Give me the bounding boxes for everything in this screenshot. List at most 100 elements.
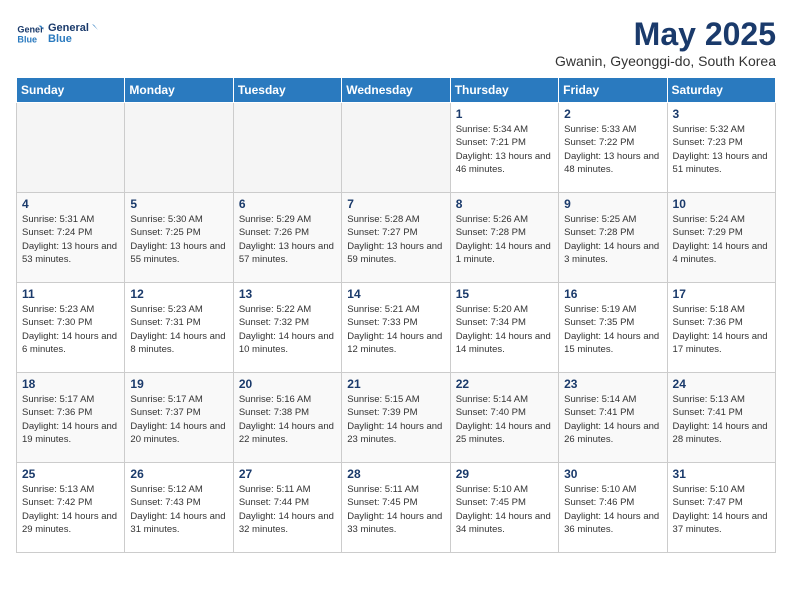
day-number: 28 <box>347 467 444 481</box>
day-info: Sunrise: 5:21 AMSunset: 7:33 PMDaylight:… <box>347 303 444 356</box>
svg-text:Blue: Blue <box>48 33 72 45</box>
day-number: 15 <box>456 287 553 301</box>
svg-text:Blue: Blue <box>17 34 37 44</box>
calendar-cell: 4Sunrise: 5:31 AMSunset: 7:24 PMDaylight… <box>17 193 125 283</box>
calendar-cell: 10 Sunrise: 5:24 AMSunset: 7:29 PMDayligh… <box>667 193 775 283</box>
week-row-4: 18 Sunrise: 5:17 AMSunset: 7:36 PMDayligh… <box>17 373 776 463</box>
day-info: Sunrise: 5:22 AMSunset: 7:32 PMDaylight:… <box>239 303 336 356</box>
day-number: 10 <box>673 197 770 211</box>
calendar-cell <box>233 103 341 193</box>
month-title: May 2025 <box>555 16 776 53</box>
day-info: Sunrise: 5:23 AMSunset: 7:30 PMDaylight:… <box>22 303 119 356</box>
svg-text:General: General <box>48 22 89 34</box>
location-subtitle: Gwanin, Gyeonggi-do, South Korea <box>555 53 776 69</box>
day-number: 22 <box>456 377 553 391</box>
calendar-cell: 29 Sunrise: 5:10 AMSunset: 7:45 PMDayligh… <box>450 463 558 553</box>
weekday-header-wednesday: Wednesday <box>342 78 450 103</box>
day-number: 17 <box>673 287 770 301</box>
day-number: 4 <box>22 197 119 211</box>
calendar-cell: 15 Sunrise: 5:20 AMSunset: 7:34 PMDayligh… <box>450 283 558 373</box>
calendar-cell: 18 Sunrise: 5:17 AMSunset: 7:36 PMDayligh… <box>17 373 125 463</box>
page-header: General Blue General Blue May 2025 Gwani… <box>16 16 776 69</box>
day-number: 14 <box>347 287 444 301</box>
day-number: 1 <box>456 107 553 121</box>
day-number: 25 <box>22 467 119 481</box>
calendar-cell: 23 Sunrise: 5:14 AMSunset: 7:41 PMDayligh… <box>559 373 667 463</box>
calendar-cell: 19 Sunrise: 5:17 AMSunset: 7:37 PMDayligh… <box>125 373 233 463</box>
calendar-cell: 24 Sunrise: 5:13 AMSunset: 7:41 PMDayligh… <box>667 373 775 463</box>
day-number: 9 <box>564 197 661 211</box>
week-row-5: 25 Sunrise: 5:13 AMSunset: 7:42 PMDayligh… <box>17 463 776 553</box>
day-number: 12 <box>130 287 227 301</box>
day-number: 16 <box>564 287 661 301</box>
calendar-cell: 12 Sunrise: 5:23 AMSunset: 7:31 PMDayligh… <box>125 283 233 373</box>
day-info: Sunrise: 5:12 AMSunset: 7:43 PMDaylight:… <box>130 483 227 536</box>
week-row-3: 11 Sunrise: 5:23 AMSunset: 7:30 PMDayligh… <box>17 283 776 373</box>
day-info: Sunrise: 5:28 AMSunset: 7:27 PMDaylight:… <box>347 213 444 266</box>
calendar-cell: 16 Sunrise: 5:19 AMSunset: 7:35 PMDayligh… <box>559 283 667 373</box>
calendar-cell: 11 Sunrise: 5:23 AMSunset: 7:30 PMDayligh… <box>17 283 125 373</box>
calendar-cell: 31Sunrise: 5:10 AMSunset: 7:47 PMDayligh… <box>667 463 775 553</box>
day-number: 11 <box>22 287 119 301</box>
day-info: Sunrise: 5:18 AMSunset: 7:36 PMDaylight:… <box>673 303 770 356</box>
calendar-cell: 1 Sunrise: 5:34 AMSunset: 7:21 PMDaylight… <box>450 103 558 193</box>
day-number: 23 <box>564 377 661 391</box>
calendar-cell: 30Sunrise: 5:10 AMSunset: 7:46 PMDayligh… <box>559 463 667 553</box>
day-info: Sunrise: 5:16 AMSunset: 7:38 PMDaylight:… <box>239 393 336 446</box>
day-number: 20 <box>239 377 336 391</box>
weekday-header-tuesday: Tuesday <box>233 78 341 103</box>
calendar-cell: 9 Sunrise: 5:25 AMSunset: 7:28 PMDaylight… <box>559 193 667 283</box>
calendar-cell: 7 Sunrise: 5:28 AMSunset: 7:27 PMDaylight… <box>342 193 450 283</box>
day-info: Sunrise: 5:14 AMSunset: 7:40 PMDaylight:… <box>456 393 553 446</box>
day-info: Sunrise: 5:14 AMSunset: 7:41 PMDaylight:… <box>564 393 661 446</box>
calendar-cell: 28Sunrise: 5:11 AMSunset: 7:45 PMDayligh… <box>342 463 450 553</box>
logo: General Blue General Blue <box>16 16 98 52</box>
day-info: Sunrise: 5:32 AMSunset: 7:23 PMDaylight:… <box>673 123 770 176</box>
weekday-header-thursday: Thursday <box>450 78 558 103</box>
calendar-cell: 13 Sunrise: 5:22 AMSunset: 7:32 PMDayligh… <box>233 283 341 373</box>
day-info: Sunrise: 5:23 AMSunset: 7:31 PMDaylight:… <box>130 303 227 356</box>
title-block: May 2025 Gwanin, Gyeonggi-do, South Kore… <box>555 16 776 69</box>
day-number: 19 <box>130 377 227 391</box>
calendar-cell: 14 Sunrise: 5:21 AMSunset: 7:33 PMDayligh… <box>342 283 450 373</box>
calendar-cell: 6Sunrise: 5:29 AMSunset: 7:26 PMDaylight… <box>233 193 341 283</box>
day-number: 3 <box>673 107 770 121</box>
day-number: 7 <box>347 197 444 211</box>
day-info: Sunrise: 5:10 AMSunset: 7:45 PMDaylight:… <box>456 483 553 536</box>
day-number: 5 <box>130 197 227 211</box>
week-row-2: 4Sunrise: 5:31 AMSunset: 7:24 PMDaylight… <box>17 193 776 283</box>
calendar-cell: 17 Sunrise: 5:18 AMSunset: 7:36 PMDayligh… <box>667 283 775 373</box>
day-info: Sunrise: 5:10 AMSunset: 7:46 PMDaylight:… <box>564 483 661 536</box>
day-info: Sunrise: 5:13 AMSunset: 7:41 PMDaylight:… <box>673 393 770 446</box>
day-number: 27 <box>239 467 336 481</box>
day-info: Sunrise: 5:24 AMSunset: 7:29 PMDaylight:… <box>673 213 770 266</box>
calendar-cell: 20 Sunrise: 5:16 AMSunset: 7:38 PMDayligh… <box>233 373 341 463</box>
day-number: 18 <box>22 377 119 391</box>
day-number: 26 <box>130 467 227 481</box>
day-info: Sunrise: 5:29 AMSunset: 7:26 PMDaylight:… <box>239 213 336 266</box>
day-info: Sunrise: 5:11 AMSunset: 7:44 PMDaylight:… <box>239 483 336 536</box>
day-info: Sunrise: 5:19 AMSunset: 7:35 PMDaylight:… <box>564 303 661 356</box>
day-info: Sunrise: 5:17 AMSunset: 7:37 PMDaylight:… <box>130 393 227 446</box>
calendar-table: SundayMondayTuesdayWednesdayThursdayFrid… <box>16 77 776 553</box>
week-row-1: 1 Sunrise: 5:34 AMSunset: 7:21 PMDaylight… <box>17 103 776 193</box>
day-info: Sunrise: 5:20 AMSunset: 7:34 PMDaylight:… <box>456 303 553 356</box>
day-number: 24 <box>673 377 770 391</box>
calendar-cell <box>342 103 450 193</box>
calendar-cell: 8Sunrise: 5:26 AMSunset: 7:28 PMDaylight… <box>450 193 558 283</box>
day-number: 13 <box>239 287 336 301</box>
day-info: Sunrise: 5:25 AMSunset: 7:28 PMDaylight:… <box>564 213 661 266</box>
day-number: 29 <box>456 467 553 481</box>
day-info: Sunrise: 5:10 AMSunset: 7:47 PMDaylight:… <box>673 483 770 536</box>
day-info: Sunrise: 5:13 AMSunset: 7:42 PMDaylight:… <box>22 483 119 536</box>
logo-icon: General Blue <box>16 20 44 48</box>
calendar-cell: 26 Sunrise: 5:12 AMSunset: 7:43 PMDayligh… <box>125 463 233 553</box>
day-info: Sunrise: 5:15 AMSunset: 7:39 PMDaylight:… <box>347 393 444 446</box>
day-number: 2 <box>564 107 661 121</box>
day-info: Sunrise: 5:17 AMSunset: 7:36 PMDaylight:… <box>22 393 119 446</box>
day-info: Sunrise: 5:34 AMSunset: 7:21 PMDaylight:… <box>456 123 553 176</box>
calendar-cell: 27 Sunrise: 5:11 AMSunset: 7:44 PMDayligh… <box>233 463 341 553</box>
calendar-cell: 22 Sunrise: 5:14 AMSunset: 7:40 PMDayligh… <box>450 373 558 463</box>
logo-bird-icon: General Blue <box>48 16 98 52</box>
weekday-header-friday: Friday <box>559 78 667 103</box>
